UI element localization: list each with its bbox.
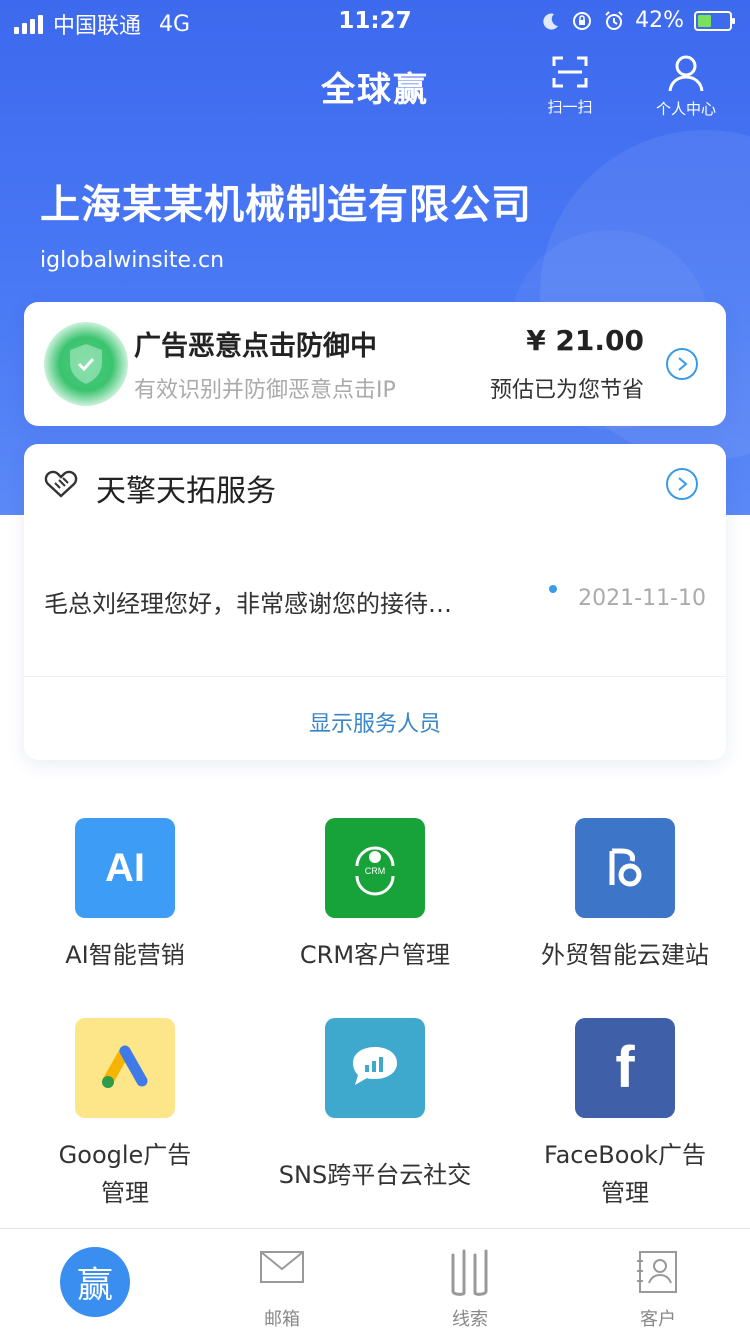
profile-button[interactable]: 个人中心 xyxy=(646,54,726,119)
app-title: 全球赢 xyxy=(321,70,429,110)
battery-percent: 42% xyxy=(635,8,684,33)
ad-defense-subtitle: 有效识别并防御恶意点击IP xyxy=(134,378,396,403)
saved-amount: ¥ 21.00 xyxy=(526,324,644,357)
google-ads-icon xyxy=(75,1018,175,1118)
app-google-ads[interactable]: Google广告 管理 xyxy=(0,990,250,1212)
mail-icon xyxy=(260,1251,304,1283)
app-label: AI智能营销 xyxy=(65,941,185,969)
alarm-icon xyxy=(605,10,623,30)
leads-icon xyxy=(451,1249,488,1296)
ai-icon: AI xyxy=(75,818,175,918)
svg-text:CRM: CRM xyxy=(365,866,386,876)
nav-bar: 全球赢 扫一扫 个人中心 xyxy=(0,44,750,124)
rotation-lock-icon xyxy=(573,11,592,30)
site-builder-icon xyxy=(575,818,675,918)
app-ai-marketing[interactable]: AI AI智能营销 xyxy=(0,790,250,974)
tab-mail[interactable]: 邮箱 xyxy=(188,1229,376,1334)
chevron-right-icon[interactable] xyxy=(666,348,698,380)
app-label: 外贸智能云建站 xyxy=(541,941,709,969)
moon-icon xyxy=(543,13,559,30)
chevron-right-icon[interactable] xyxy=(666,468,698,500)
tab-label: 邮箱 xyxy=(264,1309,300,1330)
tab-bar: 赢 邮箱 线索 客户 xyxy=(0,1228,750,1334)
service-card: 天擎天拓服务 毛总刘经理您好，非常感谢您的接待… 2021-11-10 显示服务… xyxy=(24,444,726,760)
unread-dot xyxy=(549,585,557,593)
home-logo-icon: 赢 xyxy=(60,1247,130,1317)
profile-label: 个人中心 xyxy=(655,100,716,118)
app-crm[interactable]: CRM CRM客户管理 xyxy=(250,790,500,974)
tab-label: 线索 xyxy=(452,1309,488,1330)
status-bar: 中国联通 4G 11:27 42% xyxy=(0,0,750,44)
app-label: CRM客户管理 xyxy=(299,941,451,969)
ad-defense-title: 广告恶意点击防御中 xyxy=(134,331,377,362)
handshake-icon xyxy=(44,470,78,498)
battery-icon xyxy=(694,10,735,31)
tab-label: 客户 xyxy=(640,1309,676,1330)
app-sns[interactable]: SNS跨平台云社交 xyxy=(250,990,500,1194)
app-facebook-ads[interactable]: f FaceBook广告 管理 xyxy=(500,990,750,1212)
tab-home[interactable]: 赢 xyxy=(0,1229,188,1334)
ad-defense-card[interactable]: 广告恶意点击防御中 有效识别并防御恶意点击IP ¥ 21.00 预估已为您节省 xyxy=(24,302,726,426)
saved-amount-caption: 预估已为您节省 xyxy=(489,378,644,403)
scan-button[interactable]: 扫一扫 xyxy=(530,54,610,117)
service-message[interactable]: 毛总刘经理您好，非常感谢您的接待… xyxy=(44,584,452,619)
facebook-icon: f xyxy=(575,1018,675,1118)
message-date: 2021-11-10 xyxy=(578,586,706,611)
app-label: SNS跨平台云社交 xyxy=(278,1161,472,1189)
app-site-builder[interactable]: 外贸智能云建站 xyxy=(500,790,750,974)
sns-chat-icon xyxy=(325,1018,425,1118)
tab-leads[interactable]: 线索 xyxy=(376,1229,564,1334)
divider xyxy=(24,676,726,677)
scan-label: 扫一扫 xyxy=(547,98,593,116)
service-title: 天擎天拓服务 xyxy=(96,474,276,509)
company-domain[interactable]: iglobalwinsite.cn xyxy=(40,248,224,273)
app-label: Google广告 管理 xyxy=(58,1141,192,1207)
company-name: 上海某某机械制造有限公司 xyxy=(40,182,532,228)
scan-icon xyxy=(552,56,588,88)
customer-card-icon xyxy=(637,1251,677,1293)
user-icon xyxy=(668,55,704,92)
shield-icon xyxy=(44,322,128,406)
tab-customers[interactable]: 客户 xyxy=(564,1229,750,1334)
app-label: FaceBook广告 管理 xyxy=(544,1141,706,1207)
crm-icon: CRM xyxy=(325,818,425,918)
show-staff-link[interactable]: 显示服务人员 xyxy=(24,706,726,738)
